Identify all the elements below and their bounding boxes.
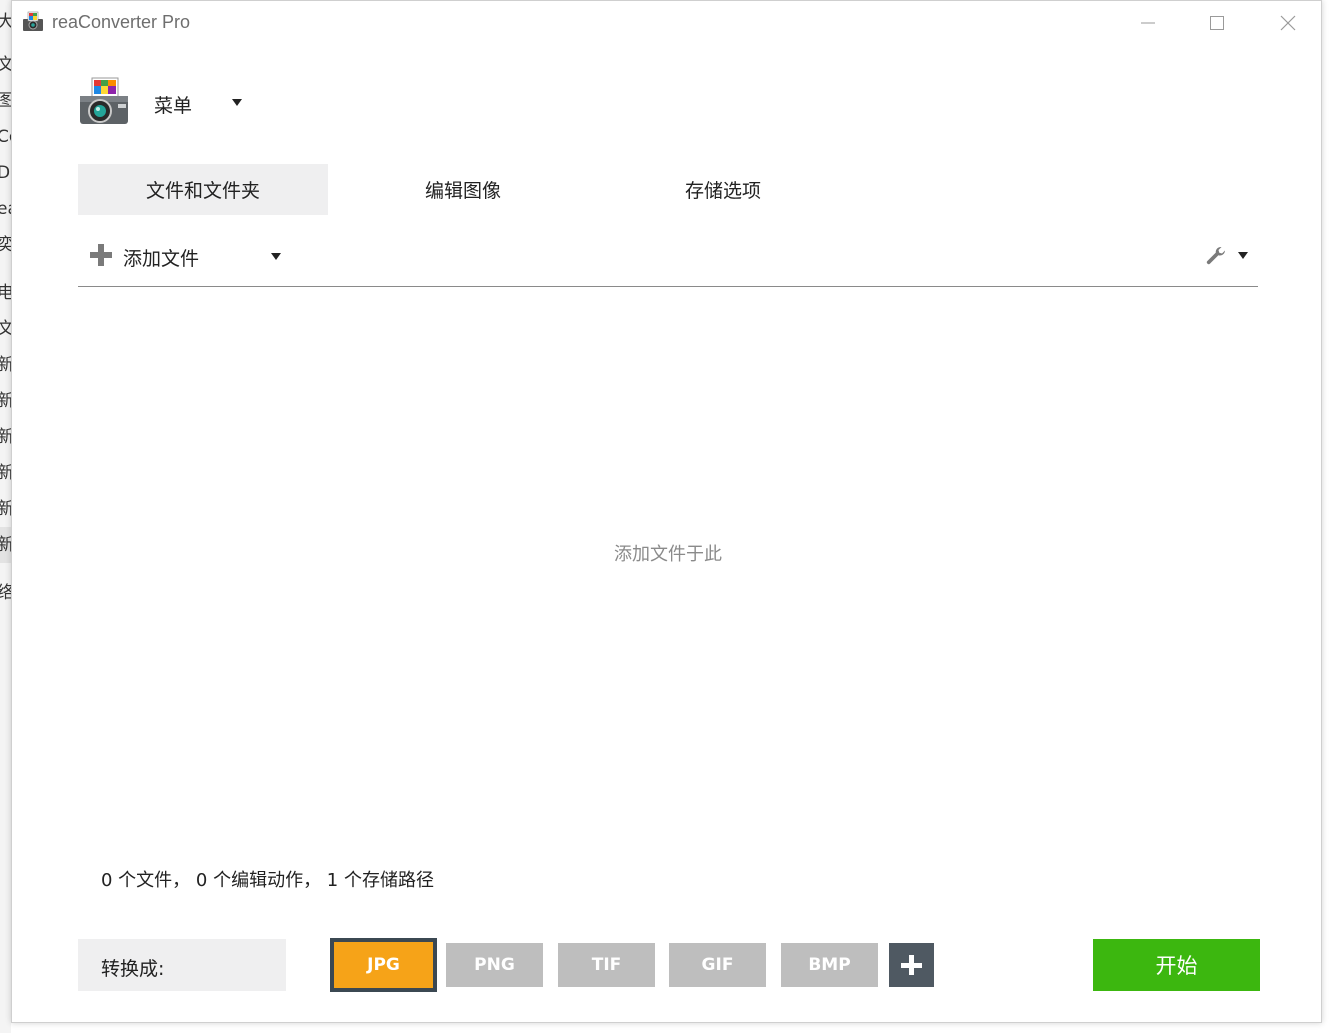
tab-files-and-folders[interactable]: 文件和文件夹: [78, 164, 328, 215]
convert-to-label: 转换成:: [101, 958, 165, 980]
file-drop-zone[interactable]: 添加文件于此: [78, 287, 1258, 847]
chevron-down-icon[interactable]: [271, 253, 281, 260]
app-window: reaConverter Pro 菜单 文件和文件夹 编辑图像 存储选项 添加文…: [11, 0, 1322, 1023]
background-text: 奕: [0, 235, 11, 255]
app-logo-icon[interactable]: [78, 76, 130, 128]
background-text: 新: [0, 391, 11, 411]
background-text: ea: [0, 199, 11, 219]
convert-to-box: 转换成:: [78, 939, 286, 991]
minimize-icon: [1141, 22, 1155, 24]
tab-edit-images[interactable]: 编辑图像: [338, 164, 588, 215]
chevron-down-icon[interactable]: [232, 99, 242, 106]
maximize-icon: [1210, 16, 1224, 30]
close-button[interactable]: [1265, 7, 1311, 39]
chevron-down-icon[interactable]: [1238, 252, 1248, 259]
background-window-strip: 大 文 图 Co De ea 奕 电 文 新 新 新 新 新 新 络: [0, 0, 11, 1033]
title-bar[interactable]: reaConverter Pro: [12, 1, 1321, 45]
add-files-button[interactable]: 添加文件: [123, 244, 199, 271]
background-text: 络: [0, 583, 11, 603]
status-summary: 0 个文件， 0 个编辑动作， 1 个存储路径: [101, 870, 434, 891]
format-bmp-button[interactable]: BMP: [781, 943, 878, 987]
background-text: 新: [0, 535, 11, 555]
drop-hint-text: 添加文件于此: [614, 544, 722, 565]
background-text: 新: [0, 463, 11, 483]
format-jpg-button[interactable]: JPG: [330, 938, 437, 992]
close-icon: [1280, 15, 1296, 31]
plus-icon[interactable]: [90, 244, 112, 266]
format-png-button[interactable]: PNG: [446, 943, 543, 987]
app-camera-icon: [23, 11, 43, 31]
background-text: Co: [0, 127, 11, 147]
menu-button[interactable]: 菜单: [154, 91, 192, 118]
wrench-icon[interactable]: [1204, 244, 1228, 268]
background-text: 电: [0, 283, 11, 303]
format-tif-button[interactable]: TIF: [558, 943, 655, 987]
background-text: 图: [0, 91, 11, 111]
tab-saving-options[interactable]: 存储选项: [598, 164, 848, 215]
background-text: 新: [0, 355, 11, 375]
minimize-button[interactable]: [1125, 7, 1171, 39]
maximize-button[interactable]: [1194, 7, 1240, 39]
start-button[interactable]: 开始: [1093, 939, 1260, 991]
background-text: 新: [0, 427, 11, 447]
format-gif-button[interactable]: GIF: [669, 943, 766, 987]
background-text: De: [0, 163, 11, 183]
background-text: 新: [0, 499, 11, 519]
background-text: 大: [0, 12, 11, 32]
add-format-button[interactable]: [889, 943, 934, 987]
background-text: 文: [0, 55, 11, 75]
background-text: 文: [0, 319, 11, 339]
window-title: reaConverter Pro: [52, 12, 191, 32]
